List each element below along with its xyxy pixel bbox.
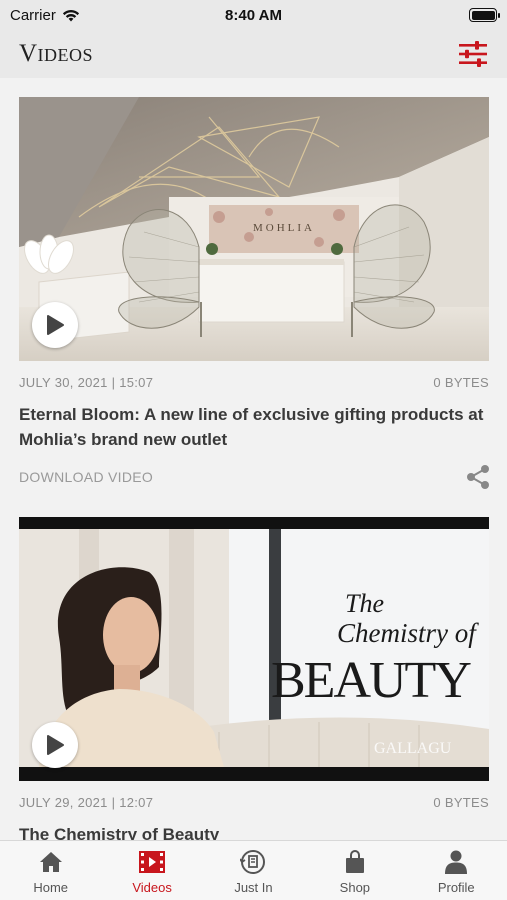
video-card: MOHLIA JULY 30, 2021 | 15:07 0 BYTES Ete… bbox=[19, 97, 489, 490]
wifi-icon bbox=[62, 9, 79, 21]
thumb-title-the: The bbox=[345, 589, 384, 618]
video-icon bbox=[139, 851, 166, 873]
tab-just-in[interactable]: Just In bbox=[203, 841, 304, 900]
tab-label: Home bbox=[33, 880, 69, 895]
woman-portrait-image: The Chemistry of BEAUTY GALLAGU bbox=[19, 517, 489, 781]
video-meta: JULY 30, 2021 | 15:07 0 BYTES bbox=[19, 375, 489, 390]
play-icon bbox=[47, 315, 64, 335]
video-meta: JULY 29, 2021 | 12:07 0 BYTES bbox=[19, 795, 489, 810]
battery-icon bbox=[469, 8, 500, 22]
share-icon[interactable] bbox=[465, 464, 491, 490]
tab-label: Shop bbox=[339, 880, 371, 895]
tab-home[interactable]: Home bbox=[0, 841, 101, 900]
tab-profile[interactable]: Profile bbox=[406, 841, 507, 900]
tab-label: Profile bbox=[437, 880, 475, 895]
tab-videos[interactable]: Videos bbox=[102, 841, 203, 900]
home-icon bbox=[39, 852, 62, 872]
video-thumbnail[interactable]: The Chemistry of BEAUTY GALLAGU bbox=[19, 517, 489, 781]
video-title[interactable]: Eternal Bloom: A new line of exclusive g… bbox=[19, 402, 489, 452]
video-actions: DOWNLOAD VIDEO bbox=[19, 464, 489, 490]
tab-label: Videos bbox=[132, 880, 172, 895]
play-button[interactable] bbox=[32, 302, 78, 348]
video-thumbnail[interactable]: MOHLIA bbox=[19, 97, 489, 361]
carrier-label: Carrier bbox=[10, 6, 56, 24]
just-in-icon bbox=[240, 850, 266, 874]
page-title: Videos bbox=[19, 40, 94, 67]
shopping-bag-icon bbox=[345, 850, 364, 873]
filter-sliders-icon bbox=[459, 41, 487, 67]
filter-button[interactable] bbox=[457, 40, 489, 68]
video-card: The Chemistry of BEAUTY GALLAGU JULY 29,… bbox=[19, 517, 489, 840]
app-header: Videos bbox=[0, 30, 507, 78]
thumb-title-beauty: BEAUTY bbox=[271, 652, 471, 709]
download-video-link[interactable]: DOWNLOAD VIDEO bbox=[19, 469, 153, 485]
status-left: Carrier bbox=[10, 7, 80, 24]
thumb-title-chemistry: Chemistry of bbox=[337, 618, 479, 648]
play-icon bbox=[47, 735, 64, 755]
video-size: 0 BYTES bbox=[433, 795, 489, 810]
store-interior-image: MOHLIA bbox=[19, 97, 489, 361]
profile-icon bbox=[445, 850, 468, 874]
tab-label: Just In bbox=[234, 880, 273, 895]
status-bar: Carrier 8:40 AM bbox=[0, 0, 507, 30]
store-sign-text: MOHLIA bbox=[253, 222, 315, 234]
play-button[interactable] bbox=[32, 722, 78, 768]
tab-shop[interactable]: Shop bbox=[304, 841, 405, 900]
video-feed[interactable]: MOHLIA JULY 30, 2021 | 15:07 0 BYTES Ete… bbox=[0, 78, 507, 840]
video-date: JULY 30, 2021 | 15:07 bbox=[19, 375, 154, 390]
tab-bar: Home Videos Just In Shop Profile bbox=[0, 840, 507, 900]
video-title[interactable]: The Chemistry of Beauty bbox=[19, 822, 489, 840]
thumb-watermark: GALLAGU bbox=[374, 740, 452, 757]
video-size: 0 BYTES bbox=[433, 375, 489, 390]
video-date: JULY 29, 2021 | 12:07 bbox=[19, 795, 154, 810]
